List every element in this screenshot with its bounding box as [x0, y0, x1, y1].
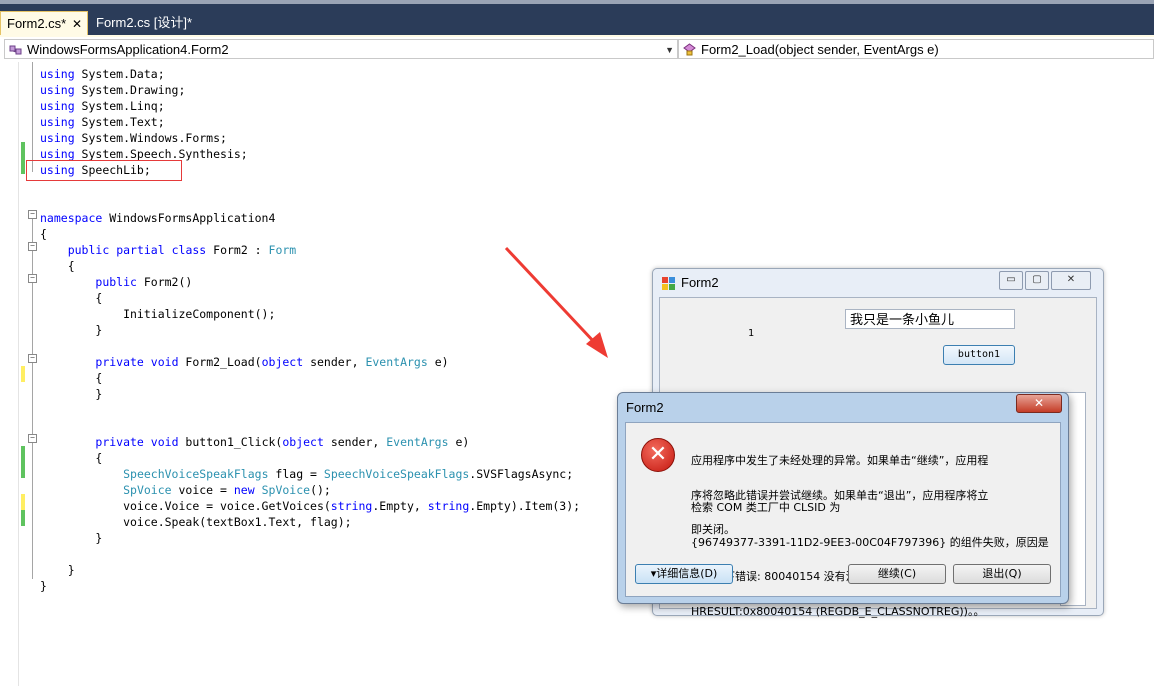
change-marker [21, 510, 25, 526]
code-line: } [40, 387, 103, 401]
annotation-arrow [504, 246, 608, 358]
document-tab-strip: Form2.cs* ✕ Form2.cs [设计]* [0, 0, 1154, 37]
tab-strip-top-line [0, 0, 1154, 4]
collapse-icon[interactable]: − [28, 242, 37, 251]
type-dropdown-value: WindowsFormsApplication4.Form2 [27, 42, 229, 57]
member-dropdown[interactable]: Form2_Load(object sender, EventArgs e) [678, 39, 1154, 59]
member-dropdown-value: Form2_Load(object sender, EventArgs e) [701, 42, 939, 57]
code-line: namespace WindowsFormsApplication4 [40, 211, 276, 225]
app-icon [662, 277, 675, 290]
details-button[interactable]: ▾详细信息(D) [635, 564, 733, 584]
error-detail: 检索 COM 类工厂中 CLSID 为 {96749377-3391-11D2-… [691, 479, 1049, 640]
code-line: using System.Drawing; [40, 83, 186, 97]
detail-line: {96749377-3391-11D2-9EE3-00C04F797396} 的… [691, 535, 1049, 549]
close-icon[interactable]: ✕ [1016, 394, 1062, 413]
form2-title: Form2 [681, 275, 719, 290]
detail-line: HRESULT:0x80040154 (REGDB_E_CLASSNOTREG)… [691, 604, 985, 618]
textbox1[interactable]: 我只是一条小鱼儿 [845, 309, 1015, 329]
code-line: } [40, 563, 75, 577]
code-line: } [40, 579, 47, 593]
close-icon[interactable]: ✕ [72, 12, 82, 36]
code-line: using System.Data; [40, 67, 165, 81]
maximize-icon[interactable]: ▢ [1025, 271, 1049, 290]
minimize-icon[interactable]: ▭ [999, 271, 1023, 290]
code-line: using System.Text; [40, 115, 165, 129]
code-line: voice.Voice = voice.GetVoices(string.Emp… [40, 499, 581, 513]
exception-dialog[interactable]: Form2 ✕ ✕ 应用程序中发生了未经处理的异常。如果单击“继续”，应用程 序… [617, 392, 1069, 617]
code-line: { [40, 451, 103, 465]
highlight-annotation-box [26, 160, 182, 181]
change-marker [21, 446, 25, 478]
code-line: { [40, 227, 47, 241]
label1: 1 [748, 328, 755, 339]
close-icon[interactable]: ✕ [1051, 271, 1091, 290]
code-line: using System.Linq; [40, 99, 165, 113]
collapse-icon[interactable]: − [28, 434, 37, 443]
tab-form2-designer[interactable]: Form2.cs [设计]* [90, 11, 200, 36]
tab-form2-cs[interactable]: Form2.cs* ✕ [0, 11, 88, 36]
button1[interactable]: button1 [943, 345, 1015, 365]
navigation-bar: WindowsFormsApplication4.Form2 ▼ Form2_L… [0, 37, 1154, 63]
collapse-icon[interactable]: − [28, 210, 37, 219]
code-line: using System.Windows.Forms; [40, 131, 227, 145]
code-line: private void Form2_Load(object sender, E… [95, 355, 449, 369]
collapse-icon[interactable]: − [28, 354, 37, 363]
code-line: SpeechVoiceSpeakFlags flag = SpeechVoice… [123, 467, 574, 481]
code-line: private void button1_Click(object sender… [95, 435, 470, 449]
tab-label: Form2.cs [设计]* [96, 15, 193, 30]
gutter-separator [18, 62, 19, 686]
code-line: InitializeComponent(); [40, 307, 276, 321]
code-line: voice.Speak(textBox1.Text, flag); [40, 515, 352, 529]
code-line: } [40, 323, 103, 337]
dialog-title: Form2 [626, 400, 664, 415]
tab-label: Form2.cs* [7, 16, 67, 31]
change-marker [21, 366, 25, 382]
code-line: { [40, 291, 103, 305]
outline-line [32, 62, 33, 172]
quit-button[interactable]: 退出(Q) [953, 564, 1051, 584]
change-marker [21, 494, 25, 510]
continue-button[interactable]: 继续(C) [848, 564, 946, 584]
code-line: SpVoice voice = new SpVoice(); [123, 483, 331, 497]
code-line: { [40, 259, 75, 273]
error-icon: ✕ [641, 438, 675, 472]
code-line: { [40, 371, 103, 385]
dropdown-arrow-icon: ▼ [665, 45, 674, 55]
method-icon [683, 43, 696, 56]
code-line: } [40, 531, 103, 545]
code-line: public Form2() [95, 275, 193, 289]
class-icon [9, 45, 22, 55]
code-line: public partial class Form2 : Form [67, 243, 297, 257]
detail-line: 检索 COM 类工厂中 CLSID 为 [691, 501, 841, 514]
type-dropdown[interactable]: WindowsFormsApplication4.Form2 ▼ [4, 39, 678, 59]
collapse-icon[interactable]: − [28, 274, 37, 283]
change-marker [21, 142, 25, 174]
message-line: 应用程序中发生了未经处理的异常。如果单击“继续”，应用程 [691, 454, 989, 467]
